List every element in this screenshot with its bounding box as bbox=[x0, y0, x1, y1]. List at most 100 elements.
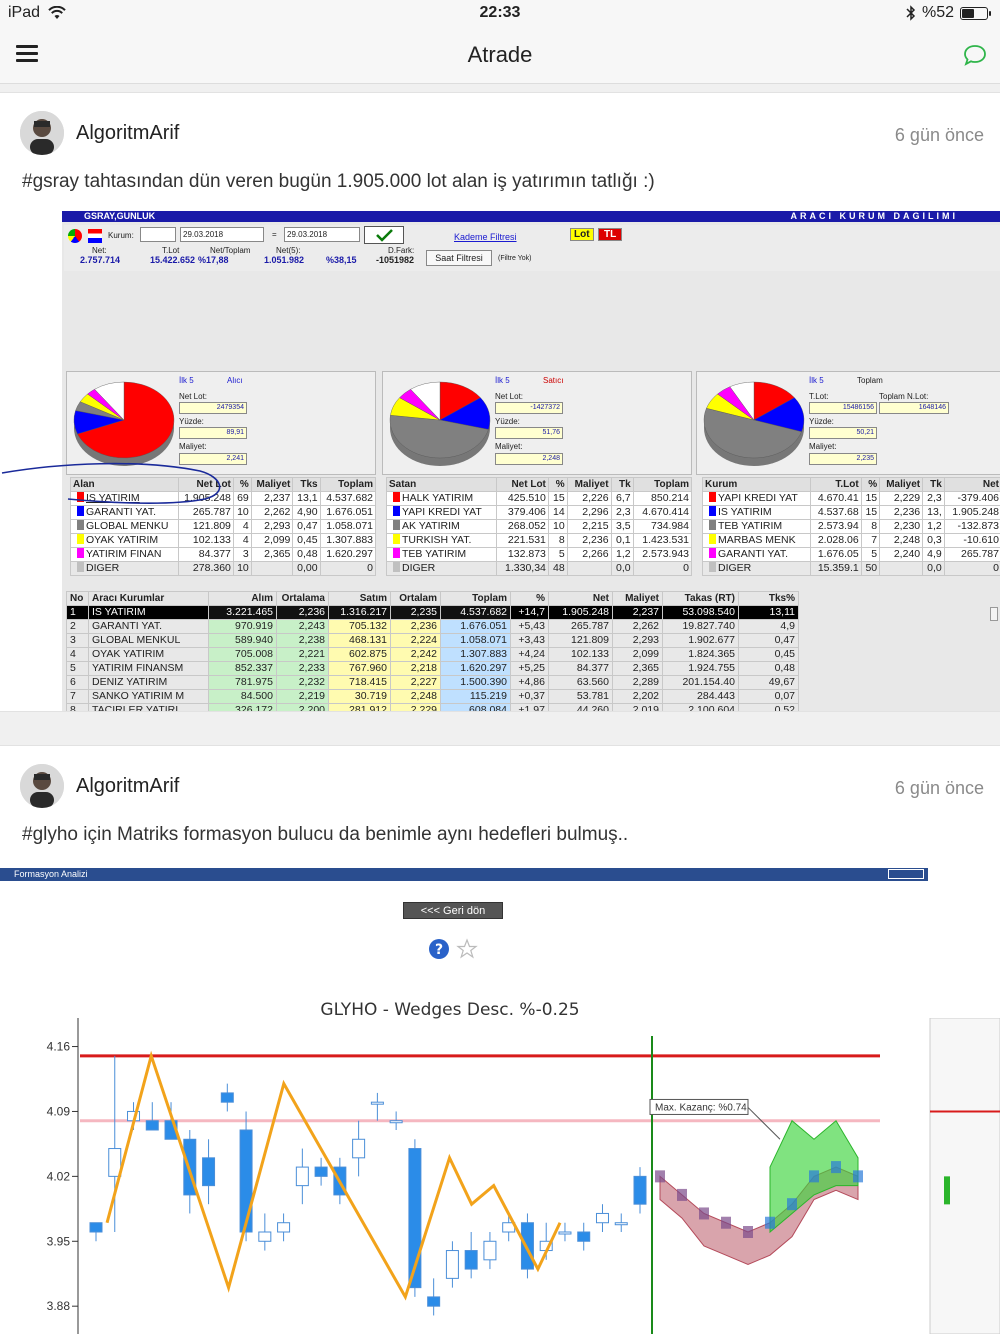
flag-icon[interactable] bbox=[88, 229, 102, 243]
table-cell: 2,229 bbox=[390, 703, 441, 711]
column-header[interactable]: T.Lot bbox=[810, 477, 862, 492]
candle-body bbox=[464, 1250, 478, 1270]
table-cell: 50 bbox=[860, 561, 881, 576]
table-cell: GLOBAL MENKUL bbox=[88, 633, 209, 648]
lot-toggle[interactable]: Lot bbox=[570, 228, 594, 241]
column-header[interactable]: Ortalam bbox=[390, 591, 441, 606]
table-row[interactable]: 1 IS YATIRIM 3.221.465 2,236 1.316.217 2,235 4… bbox=[66, 605, 799, 620]
table-cell: 19.827.740 bbox=[662, 619, 739, 634]
tl-toggle[interactable]: TL bbox=[598, 228, 623, 241]
table-cell: 2,3 bbox=[610, 505, 634, 520]
column-header[interactable]: Ortalama bbox=[276, 591, 329, 606]
table-cell: 102.133 bbox=[177, 533, 234, 548]
column-header[interactable]: % bbox=[232, 477, 252, 492]
araci-kurum-table: No Aracı Kurumlar Alım Ortalama Satım Ortalam… bbox=[66, 591, 799, 711]
table-row[interactable]: OYAK YATIRIM 102.133 4 2,099 0,45 1.307.883 bbox=[70, 533, 377, 548]
table-cell: 850.214 bbox=[632, 491, 693, 506]
panel-side: Satıcı bbox=[543, 376, 564, 385]
table-cell: 3,5 bbox=[610, 519, 634, 534]
star-icon[interactable] bbox=[456, 938, 478, 960]
post-author[interactable]: AlgoritmArif bbox=[76, 122, 179, 145]
table-row[interactable]: YAPI KREDI YAT 379.406 14 2,296 2,3 4.670.414 bbox=[385, 505, 693, 520]
column-header[interactable]: Satan bbox=[385, 477, 498, 492]
table-row[interactable]: 8 TACIRLER YATIRI 326.172 2,200 281.912 2,229… bbox=[66, 703, 799, 711]
post-image-formation-chart[interactable]: Formasyon Analizi <<< Geri dön ? GLYHO -… bbox=[0, 868, 1000, 1334]
table-scrollbar[interactable] bbox=[990, 607, 998, 621]
date-from[interactable]: 29.03.2018 bbox=[180, 227, 264, 242]
table-row[interactable]: IS YATIRIM 4.537.68 15 2,236 13, 1.905.248 bbox=[701, 505, 1000, 520]
table-row[interactable]: DIGER 15.359.1 50 0,0 0 bbox=[701, 561, 1000, 576]
avatar[interactable] bbox=[20, 111, 64, 155]
legend-swatch bbox=[393, 520, 400, 530]
column-header[interactable]: Net bbox=[943, 477, 1000, 492]
panel-yuzde-value: 89,91 bbox=[179, 427, 247, 439]
table-row[interactable]: DIGER 1.330,34 48 0,0 0 bbox=[385, 561, 693, 576]
table-row[interactable]: TEB YATIRIM 2.573.94 8 2,230 1,2 -132.873 bbox=[701, 519, 1000, 534]
table-cell: 2,237 bbox=[612, 605, 663, 620]
table-row[interactable]: 4 OYAK YATIRIM 705.008 2,221 602.875 2,242 1.3… bbox=[66, 647, 799, 662]
table-row[interactable]: GARANTI YAT. 1.676.05 5 2,240 4,9 265.787 bbox=[701, 547, 1000, 562]
column-header[interactable]: Tks bbox=[292, 477, 321, 492]
column-header[interactable]: Kurum bbox=[701, 477, 812, 492]
legend-swatch bbox=[393, 548, 400, 558]
column-header[interactable]: Tk bbox=[922, 477, 945, 492]
legend-swatch bbox=[77, 562, 84, 572]
table-cell: GARANTI YAT. bbox=[88, 619, 209, 634]
back-button[interactable]: <<< Geri dön bbox=[403, 902, 503, 919]
column-header[interactable]: Toplam bbox=[632, 477, 693, 492]
help-icon[interactable]: ? bbox=[428, 938, 450, 960]
column-header[interactable]: Satım bbox=[328, 591, 391, 606]
column-header[interactable]: Alım bbox=[208, 591, 277, 606]
summary-value: %38,15 bbox=[326, 255, 357, 265]
avatar[interactable] bbox=[20, 764, 64, 808]
table-cell: YAPI KREDI YAT bbox=[701, 491, 812, 506]
column-header[interactable]: Net bbox=[548, 591, 613, 606]
column-header[interactable]: % bbox=[547, 477, 568, 492]
table-row[interactable]: YAPI KREDI YAT 4.670.41 15 2,229 2,3 -379.406 bbox=[701, 491, 1000, 506]
column-header[interactable]: Aracı Kurumlar bbox=[88, 591, 209, 606]
saat-filtresi-button[interactable]: Saat Filtresi bbox=[426, 250, 492, 266]
table-cell: TURKISH YAT. bbox=[385, 533, 498, 548]
column-header[interactable]: Maliyet bbox=[566, 477, 612, 492]
table-row[interactable]: AK YATIRIM 268.052 10 2,215 3,5 734.984 bbox=[385, 519, 693, 534]
table-cell: 4,9 bbox=[738, 619, 799, 634]
table-row[interactable]: GLOBAL MENKU 121.809 4 2,293 0,47 1.058.071 bbox=[70, 519, 377, 534]
table-row[interactable]: 2 GARANTI YAT. 970.919 2,243 705.132 2,236 1.6… bbox=[66, 619, 799, 634]
table-row[interactable]: TURKISH YAT. 221.531 8 2,236 0,1 1.423.531 bbox=[385, 533, 693, 548]
column-header[interactable]: % bbox=[860, 477, 881, 492]
kurum-input[interactable] bbox=[140, 227, 176, 242]
table-row[interactable]: YATIRIM FINAN 84.377 3 2,365 0,48 1.620.297 bbox=[70, 547, 377, 562]
table-row[interactable]: 7 SANKO YATIRIM M 84.500 2,219 30.719 2,248 11… bbox=[66, 689, 799, 704]
table-row[interactable]: 5 YATIRIM FINANSM 852.337 2,233 767.960 2,218… bbox=[66, 661, 799, 676]
column-header[interactable]: % bbox=[510, 591, 549, 606]
table-row[interactable]: MARBAS MENK 2.028.06 7 2,248 0,3 -10.610 bbox=[701, 533, 1000, 548]
candle-body bbox=[258, 1231, 272, 1242]
date-to[interactable]: 29.03.2018 bbox=[284, 227, 360, 242]
broker-name: IS YATIRIM bbox=[718, 506, 772, 518]
table-cell: 53.098.540 bbox=[662, 605, 739, 620]
kademe-filter-link[interactable]: Kademe Filtresi bbox=[454, 232, 517, 242]
table-row[interactable]: 3 GLOBAL MENKUL 589.940 2,238 468.131 2,224 1.… bbox=[66, 633, 799, 648]
window-controls[interactable] bbox=[888, 869, 924, 879]
column-header[interactable]: Tks% bbox=[738, 591, 799, 606]
post-image-trading-table[interactable]: GSRAY,GUNLUK ARACI KURUM DAGILIMI Kurum:… bbox=[0, 211, 1000, 711]
table-row[interactable]: HALK YATIRIM 425.510 15 2,226 6,7 850.214 bbox=[385, 491, 693, 506]
post-author[interactable]: AlgoritmArif bbox=[76, 775, 179, 798]
chat-icon[interactable] bbox=[962, 42, 988, 68]
column-header[interactable]: Toplam bbox=[319, 477, 377, 492]
table-row[interactable]: TEB YATIRIM 132.873 5 2,266 1,2 2.573.943 bbox=[385, 547, 693, 562]
column-header[interactable]: Net Lot bbox=[496, 477, 549, 492]
column-header[interactable]: Maliyet bbox=[250, 477, 294, 492]
column-header[interactable]: Toplam bbox=[440, 591, 511, 606]
table-cell: +4,24 bbox=[510, 647, 549, 662]
column-header[interactable]: Maliyet bbox=[612, 591, 663, 606]
apply-check-button[interactable] bbox=[364, 226, 404, 244]
table-row[interactable]: 6 DENIZ YATIRIM 781.975 2,232 718.415 2,227 1.… bbox=[66, 675, 799, 690]
column-header[interactable]: Takas (RT) bbox=[662, 591, 739, 606]
column-header[interactable]: Tk bbox=[610, 477, 634, 492]
column-header[interactable]: No bbox=[66, 591, 89, 606]
table-cell: 1.824.365 bbox=[662, 647, 739, 662]
column-header[interactable]: Maliyet bbox=[879, 477, 924, 492]
table-row[interactable]: DIGER 278.360 10 0,00 0 bbox=[70, 561, 377, 576]
pie-icon[interactable] bbox=[68, 229, 82, 243]
